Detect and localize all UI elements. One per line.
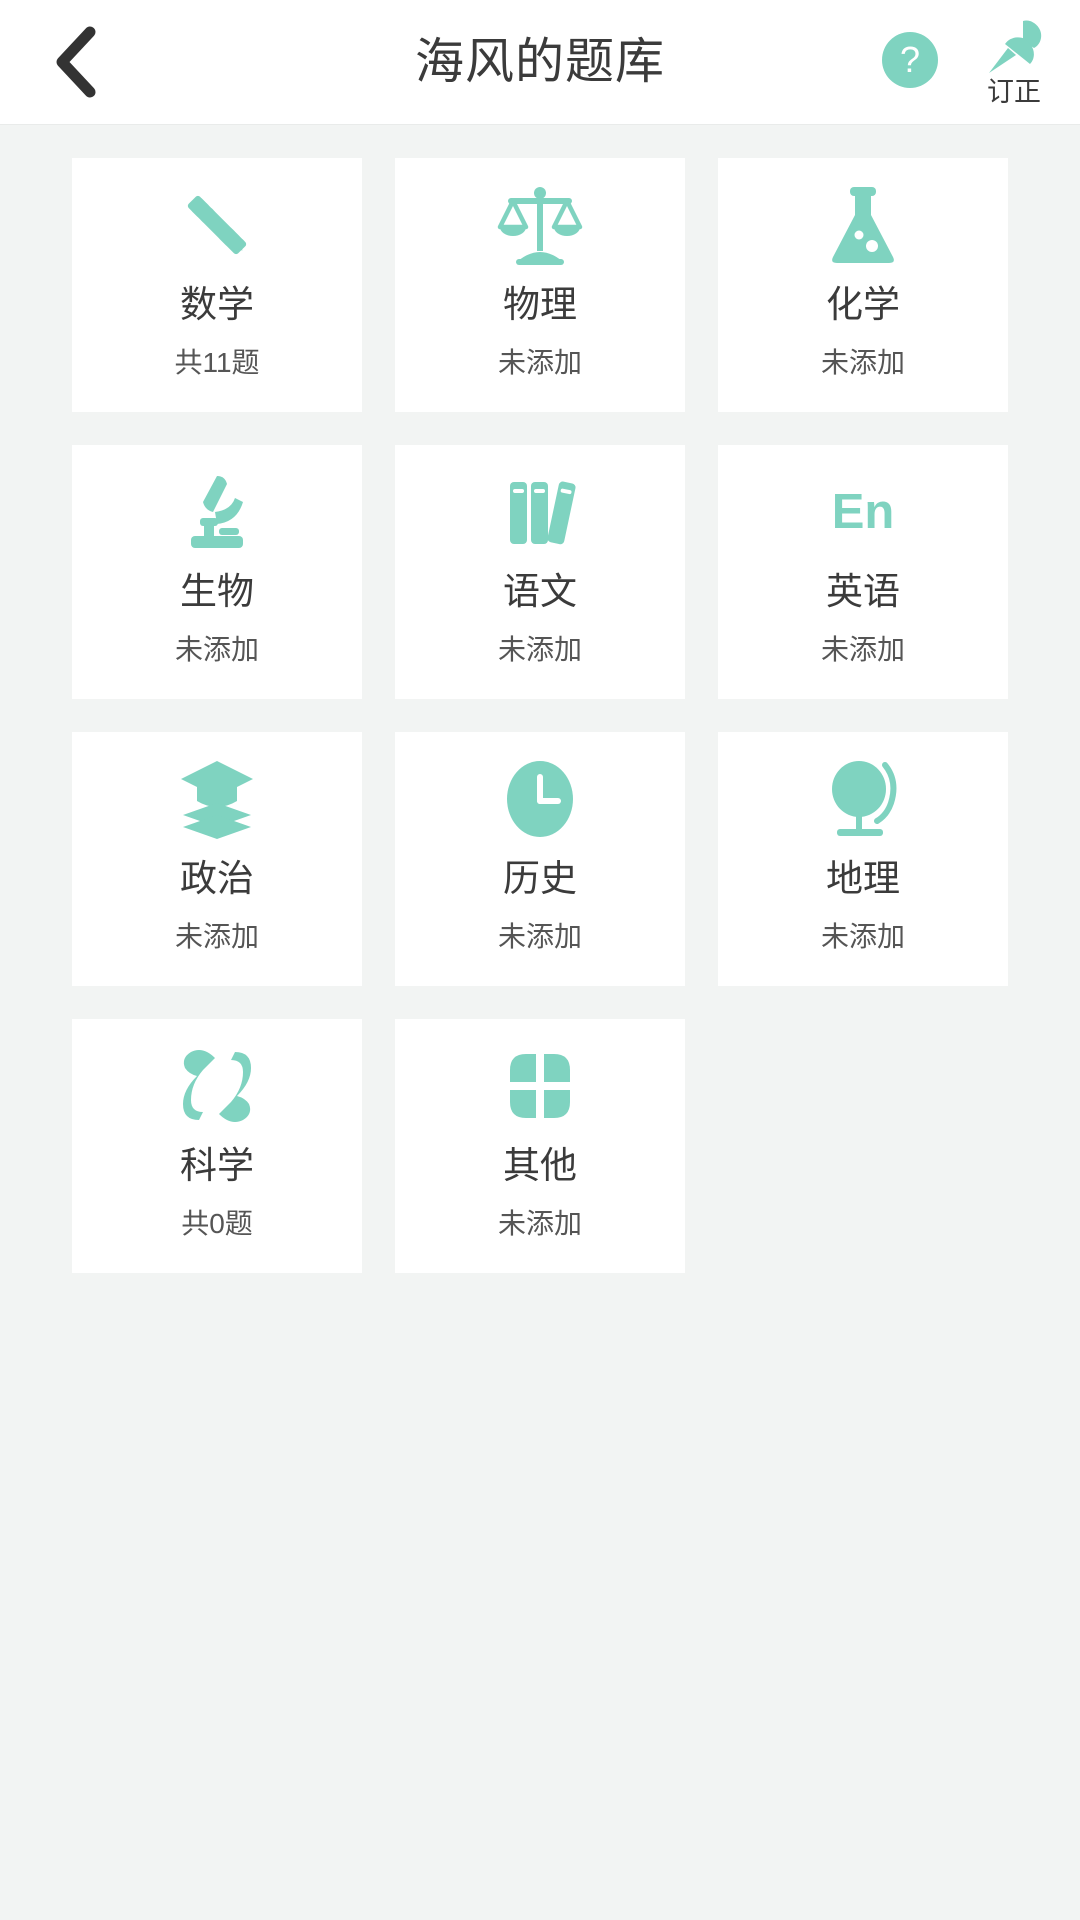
subject-count: 未添加 (174, 921, 259, 952)
subject-grid: 数学 共11题 物理 未添加 化学 未添加 生物 未添加 语文 未添加 En 英… (0, 125, 1080, 1273)
help-icon[interactable]: ? (882, 32, 938, 88)
subject-name: 政治 (180, 858, 254, 899)
subject-count: 未添加 (497, 347, 582, 378)
subject-card-chinese[interactable]: 语文 未添加 (395, 445, 685, 699)
globe-icon (819, 732, 907, 854)
subject-name: 语文 (503, 571, 577, 612)
subject-count: 未添加 (497, 921, 582, 952)
clock-icon (496, 732, 584, 854)
subject-card-other[interactable]: 其他 未添加 (395, 1019, 685, 1273)
subject-name: 生物 (180, 571, 254, 612)
subject-name: 历史 (503, 858, 577, 899)
subject-count: 未添加 (174, 634, 259, 665)
subject-count: 未添加 (820, 921, 905, 952)
microscope-icon (173, 445, 261, 567)
subject-card-politics[interactable]: 政治 未添加 (72, 732, 362, 986)
subject-count: 未添加 (497, 634, 582, 665)
subject-card-physics[interactable]: 物理 未添加 (395, 158, 685, 412)
subject-card-math[interactable]: 数学 共11题 (72, 158, 362, 412)
subject-name: 科学 (180, 1145, 254, 1186)
pencil-ruler-icon (173, 158, 261, 280)
subject-name: 其他 (503, 1145, 577, 1186)
subject-name: 英语 (826, 571, 900, 612)
subject-count: 未添加 (820, 347, 905, 378)
clover-grid-icon (496, 1019, 584, 1141)
header-actions: ? 订正 (882, 0, 1056, 124)
subject-name: 地理 (826, 858, 900, 899)
app-header: 海风的题库 ? 订正 (0, 0, 1080, 125)
graduation-cap-book-icon (173, 732, 261, 854)
subject-card-biology[interactable]: 生物 未添加 (72, 445, 362, 699)
subject-count: 未添加 (820, 634, 905, 665)
subject-count: 共0题 (181, 1208, 253, 1239)
subject-card-science[interactable]: 科学 共0题 (72, 1019, 362, 1273)
correction-label: 订正 (987, 76, 1041, 107)
subject-card-chemistry[interactable]: 化学 未添加 (718, 158, 1008, 412)
subject-count: 未添加 (497, 1208, 582, 1239)
subject-name: 化学 (826, 284, 900, 325)
pin-icon (983, 17, 1045, 79)
balance-scale-icon (496, 158, 584, 280)
en-text-icon: En (831, 485, 895, 539)
subject-count: 共11题 (174, 347, 260, 378)
subject-name: 物理 (503, 284, 577, 325)
atom-icon (173, 1019, 261, 1141)
subject-card-geography[interactable]: 地理 未添加 (718, 732, 1008, 986)
flask-icon (819, 158, 907, 280)
books-icon (496, 445, 584, 567)
subject-name: 数学 (180, 284, 254, 325)
subject-card-english[interactable]: En 英语 未添加 (718, 445, 1008, 699)
correction-button[interactable]: 订正 (972, 17, 1056, 106)
subject-card-history[interactable]: 历史 未添加 (395, 732, 685, 986)
